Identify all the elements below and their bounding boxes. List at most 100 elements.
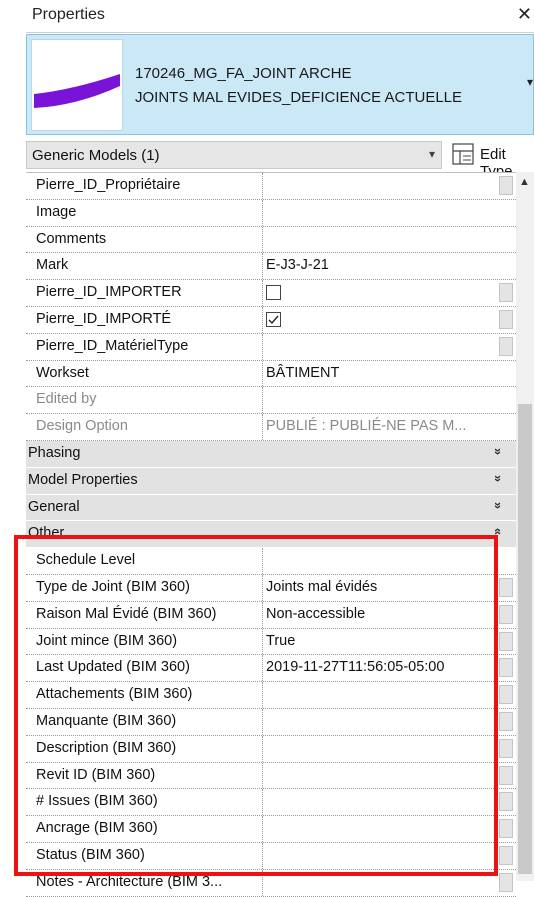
cell-button[interactable]: [499, 658, 513, 678]
property-row: Comments: [26, 226, 516, 254]
property-row: Last Updated (BIM 360) 2019-11-27T11:56:0…: [26, 655, 516, 683]
property-row: Joint mince (BIM 360) True: [26, 628, 516, 656]
column-divider: [262, 842, 263, 869]
group-header[interactable]: Model Properties »: [26, 467, 516, 495]
checkbox-unchecked[interactable]: [266, 285, 281, 301]
scrollbar-thumb[interactable]: [518, 404, 532, 874]
property-row: Edited by: [26, 387, 516, 415]
property-row: Manquante (BIM 360): [26, 708, 516, 736]
edit-type-button[interactable]: Edit Type: [450, 141, 534, 180]
column-divider: [262, 387, 263, 414]
cell-button[interactable]: [499, 845, 513, 865]
edit-type-icon: [452, 143, 474, 170]
property-row: Pierre_ID_Propriétaire: [26, 173, 516, 200]
property-name: Pierre_ID_IMPORTÉ: [36, 310, 172, 327]
property-name: Ancrage (BIM 360): [36, 820, 158, 837]
vertical-scrollbar[interactable]: ▲: [516, 172, 534, 881]
cell-button[interactable]: [499, 872, 513, 892]
property-row: Type de Joint (BIM 360) Joints mal évidés: [26, 574, 516, 602]
expand-icon[interactable]: »: [491, 448, 506, 455]
group-header[interactable]: General »: [26, 494, 516, 522]
property-value-field[interactable]: E-J3-J-21: [266, 257, 329, 273]
column-divider: [262, 199, 263, 226]
property-value-field[interactable]: True: [266, 633, 295, 649]
collapse-icon[interactable]: «: [491, 528, 506, 535]
cell-button[interactable]: [499, 711, 513, 731]
column-divider: [262, 789, 263, 816]
chevron-down-icon[interactable]: ▾: [429, 147, 435, 161]
column-divider: [262, 735, 263, 762]
cell-button[interactable]: [499, 685, 513, 705]
column-divider: [262, 869, 263, 896]
cell-button[interactable]: [499, 309, 513, 329]
type-name: JOINTS MAL EVIDES_DEFICIENCE ACTUELLE: [135, 89, 463, 106]
column-divider: [262, 628, 263, 655]
column-divider: [262, 226, 263, 253]
checkbox-checked[interactable]: [266, 311, 281, 327]
property-name: Pierre_ID_Propriétaire: [36, 177, 181, 193]
property-value-field[interactable]: 2019-11-27T11:56:05-05:00: [266, 659, 444, 675]
property-value-field[interactable]: BÂTIMENT: [266, 365, 339, 381]
filter-bar: Generic Models (1) ▾ Edit Type: [26, 140, 534, 180]
column-divider: [262, 548, 263, 574]
category-filter-value: Generic Models (1): [32, 147, 160, 164]
property-name: Notes - Architecture (BIM 3...: [36, 873, 223, 890]
property-row: Description (BIM 360): [26, 735, 516, 763]
column-divider: [262, 682, 263, 708]
property-row: Image: [26, 199, 516, 227]
chevron-down-icon[interactable]: ▾: [527, 75, 533, 89]
column-divider: [262, 708, 263, 735]
cell-button[interactable]: [499, 176, 513, 195]
type-selector[interactable]: 170246_MG_FA_JOINT ARCHE JOINTS MAL EVID…: [26, 34, 534, 135]
property-row: Notes - Architecture (BIM 3...: [26, 869, 516, 897]
group-label: Model Properties: [28, 471, 138, 488]
cell-button[interactable]: [499, 819, 513, 839]
column-divider: [262, 173, 263, 199]
column-divider: [262, 762, 263, 789]
close-icon[interactable]: ✕: [517, 4, 532, 25]
group-header[interactable]: Other «: [26, 521, 516, 549]
column-divider: [262, 574, 263, 601]
group-label: General: [28, 498, 80, 515]
cell-button[interactable]: [499, 738, 513, 758]
group-header[interactable]: Phasing »: [26, 440, 516, 468]
scroll-up-icon[interactable]: ▲: [519, 176, 530, 188]
property-name: Last Updated (BIM 360): [36, 659, 190, 676]
properties-titlebar: Properties ✕: [26, 0, 534, 33]
cell-button[interactable]: [499, 283, 513, 303]
property-row: Status (BIM 360): [26, 842, 516, 870]
property-name: Workset: [36, 364, 89, 381]
property-name: Image: [36, 203, 77, 220]
property-row: # Issues (BIM 360): [26, 789, 516, 817]
property-name: Pierre_ID_IMPORTER: [36, 284, 182, 301]
property-row: Pierre_ID_IMPORTER: [26, 280, 516, 307]
category-filter-select[interactable]: Generic Models (1) ▾: [26, 141, 442, 169]
column-divider: [262, 816, 263, 842]
properties-grid: Pierre_ID_Propriétaire Image Comments Mark E…: [26, 172, 516, 897]
family-name: 170246_MG_FA_JOINT ARCHE: [135, 65, 352, 82]
property-row: Raison Mal Évidé (BIM 360) Non-accessible: [26, 601, 516, 629]
property-name: # Issues (BIM 360): [36, 793, 158, 810]
cell-button[interactable]: [499, 604, 513, 624]
cell-button[interactable]: [499, 336, 513, 356]
cell-button[interactable]: [499, 765, 513, 785]
property-row: Mark E-J3-J-21: [26, 253, 516, 281]
property-name: Raison Mal Évidé (BIM 360): [36, 605, 217, 622]
property-row: Pierre_ID_IMPORTÉ: [26, 306, 516, 334]
expand-icon[interactable]: »: [491, 475, 506, 482]
property-name: Manquante (BIM 360): [36, 712, 177, 729]
property-row: Attachements (BIM 360): [26, 682, 516, 709]
column-divider: [262, 414, 263, 440]
expand-icon[interactable]: »: [491, 501, 506, 508]
property-row: Schedule Level: [26, 548, 516, 575]
cell-button[interactable]: [499, 792, 513, 812]
property-value-field[interactable]: Joints mal évidés: [266, 579, 377, 595]
property-row: Ancrage (BIM 360): [26, 816, 516, 843]
cell-button[interactable]: [499, 631, 513, 651]
group-label: Phasing: [28, 444, 81, 461]
cell-button[interactable]: [499, 577, 513, 597]
property-row: Workset BÂTIMENT: [26, 360, 516, 388]
property-name: Attachements (BIM 360): [36, 686, 193, 703]
property-value-field[interactable]: Non-accessible: [266, 606, 365, 622]
property-name: Revit ID (BIM 360): [36, 766, 156, 783]
